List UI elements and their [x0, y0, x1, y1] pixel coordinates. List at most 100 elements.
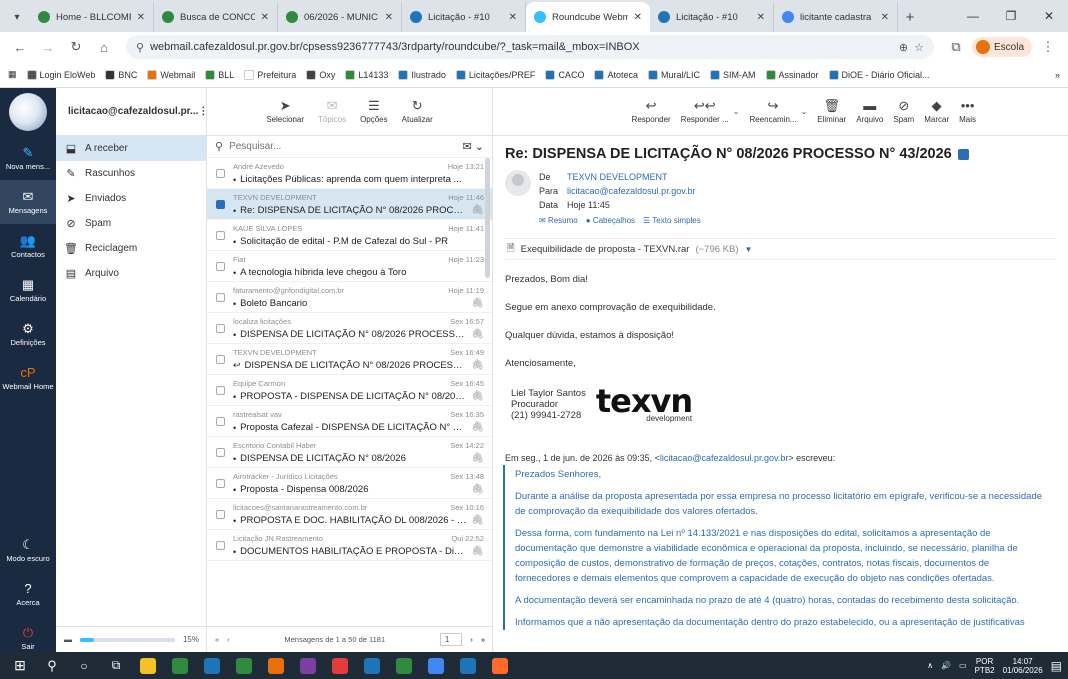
nav-gear[interactable]: ⚙ Definições: [0, 312, 56, 356]
message-row[interactable]: Licitação JN Rastreamento Qui 22:52 • DOCUM…: [207, 530, 492, 561]
profile-button[interactable]: Escola: [971, 37, 1032, 57]
bookmark-item[interactable]: Webmail: [147, 69, 195, 80]
folder-item[interactable]: ⊘ Spam: [56, 211, 206, 236]
apps-grid-icon[interactable]: ▦: [8, 69, 17, 80]
nav-envelope[interactable]: ✉ Mensagens: [0, 180, 56, 224]
message-row[interactable]: Escritorio Contabil Haber Sex 14:22 • DISPE…: [207, 437, 492, 468]
browser-tab[interactable]: Licitação - #10 ✕: [650, 2, 774, 32]
taskbar-app-icon[interactable]: [230, 655, 258, 677]
folder-item[interactable]: ✎ Rascunhos: [56, 161, 206, 186]
folder-item[interactable]: 🗑 Reciclagem: [56, 236, 206, 261]
more-bookmarks-icon[interactable]: »: [1055, 70, 1060, 80]
tab-close-icon[interactable]: ✕: [634, 12, 642, 23]
taskbar-app-icon[interactable]: [326, 655, 354, 677]
dropdown-chevron-icon[interactable]: ⌄: [801, 107, 808, 116]
message-row[interactable]: Equipe Carmon Sex 16:45 • PROPOSTA - DISPEN…: [207, 375, 492, 406]
nav-contacts[interactable]: 👥 Contactos: [0, 224, 56, 268]
taskbar-app-icon[interactable]: [358, 655, 386, 677]
nav-edit[interactable]: ✎ Nova mens...: [0, 136, 56, 180]
message-row[interactable]: KAUE SILVA LOPES Hoje 11:41 • Solicitação d…: [207, 220, 492, 251]
browser-tab[interactable]: Roundcube Webm ✕: [526, 2, 650, 32]
bookmark-item[interactable]: Assinador: [765, 69, 819, 80]
taskbar-app-icon[interactable]: [262, 655, 290, 677]
nav-help[interactable]: ? Acerca: [0, 572, 56, 616]
message-checkbox[interactable]: [207, 189, 233, 219]
home-icon[interactable]: ⌂: [92, 40, 116, 55]
bookmark-item[interactable]: L14133: [345, 69, 388, 80]
back-icon[interactable]: ←: [8, 40, 32, 55]
folder-actions-icon[interactable]: ▬: [64, 635, 72, 644]
message-row[interactable]: TEXVN DEVELOPMENT Sex 16:49 ↩ DISPENSA DE L…: [207, 344, 492, 375]
nav-cpanel[interactable]: cP Webmail Home: [0, 356, 56, 400]
message-row[interactable]: localiza licitações Sex 16:57 • DISPENSA DE…: [207, 313, 492, 344]
taskbar-app-icon[interactable]: [390, 655, 418, 677]
list-toolbar-button[interactable]: ☰ Opções: [360, 99, 388, 125]
folder-item[interactable]: ▤ Arquivo: [56, 261, 206, 286]
message-checkbox[interactable]: [207, 344, 233, 374]
forward-icon[interactable]: →: [36, 40, 60, 55]
first-page-button[interactable]: «: [215, 635, 219, 644]
bookmark-item[interactable]: CACO: [545, 69, 584, 80]
message-row[interactable]: rastrealsat vav Sex 16:35 • Proposta Cafeza…: [207, 406, 492, 437]
headers-link[interactable]: ● Cabeçalhos: [586, 216, 635, 225]
message-checkbox[interactable]: [207, 530, 233, 560]
bookmark-item[interactable]: Licitações/PREF: [455, 69, 535, 80]
taskbar-app-icon[interactable]: [486, 655, 514, 677]
folder-item[interactable]: ➤ Enviados: [56, 186, 206, 211]
reader-toolbar-button[interactable]: ↪ Reencamin...: [749, 99, 796, 125]
bookmark-item[interactable]: SIM-AM: [710, 69, 756, 80]
extensions-icon[interactable]: ⧉: [944, 39, 968, 55]
message-checkbox[interactable]: [207, 158, 233, 188]
message-checkbox[interactable]: [207, 375, 233, 405]
browser-tab[interactable]: Home - BLLCOMP ✕: [30, 2, 154, 32]
bookmark-item[interactable]: DiOE - Diário Oficial...: [828, 69, 930, 80]
zoom-icon[interactable]: ⊕: [899, 41, 908, 54]
bookmark-item[interactable]: BLL: [205, 69, 234, 80]
new-tab-button[interactable]: +: [898, 2, 922, 32]
reader-toolbar-button[interactable]: ▬ Arquivo: [856, 99, 883, 125]
reader-toolbar-button[interactable]: 🗑 Eliminar: [817, 99, 846, 125]
browser-tab[interactable]: licitante cadastra ✕: [774, 2, 898, 32]
cortana-icon[interactable]: ○: [70, 655, 98, 677]
clock[interactable]: 14:07 01/06/2026: [1003, 657, 1043, 675]
message-checkbox[interactable]: [207, 251, 233, 281]
browser-tab[interactable]: 06/2026 - MUNIC ✕: [278, 2, 402, 32]
taskbar-app-icon[interactable]: [294, 655, 322, 677]
list-toolbar-button[interactable]: ➤ Selecionar: [266, 99, 304, 125]
tab-close-icon[interactable]: ✕: [881, 12, 889, 23]
bookmark-item[interactable]: Login EloWeb: [26, 69, 95, 80]
message-row[interactable]: Airotracker - Jurídico Licitações Sex 13:…: [207, 468, 492, 499]
message-row[interactable]: Fiat Hoje 11:23 • A tecnologia híbrida leve…: [207, 251, 492, 282]
volume-icon[interactable]: 🔊: [941, 661, 951, 670]
close-window-button[interactable]: ✕: [1030, 0, 1068, 32]
reader-toolbar-button[interactable]: ⊘ Spam: [893, 99, 914, 125]
reader-toolbar-button[interactable]: ••• Mais: [959, 99, 976, 125]
reload-icon[interactable]: ↻: [64, 39, 88, 55]
url-field[interactable]: ⚲ webmail.cafezaldosul.pr.gov.br/cpsess9…: [126, 35, 934, 59]
attachment-item[interactable]: 🗎 Exequibilidade de proposta - TEXVN.rar…: [505, 238, 1056, 260]
to-link[interactable]: licitacao@cafezaldosul.pr.gov.br: [567, 186, 696, 196]
notifications-icon[interactable]: ▤: [1051, 659, 1062, 673]
taskbar-app-icon[interactable]: [166, 655, 194, 677]
message-checkbox[interactable]: [207, 313, 233, 343]
network-icon[interactable]: ▭: [959, 661, 967, 670]
plaintext-link[interactable]: ☰ Texto simples: [643, 216, 701, 225]
bookmark-item[interactable]: Mural/LIC: [647, 69, 700, 80]
quote-email-link[interactable]: licitacao@cafezaldosul.pr.gov.br: [660, 453, 789, 463]
tab-search-icon[interactable]: ▾: [4, 2, 30, 32]
from-link[interactable]: TEXVN DEVELOPMENT: [567, 172, 668, 182]
list-scrollbar[interactable]: [485, 158, 490, 278]
message-row[interactable]: TEXVN DEVELOPMENT Hoje 11:46 • Re: DISPENSA…: [207, 189, 492, 220]
list-toolbar-button[interactable]: ↻ Atualizar: [402, 99, 433, 125]
tab-close-icon[interactable]: ✕: [261, 12, 269, 23]
tab-close-icon[interactable]: ✕: [757, 12, 765, 23]
search-options-icon[interactable]: ✉ ⌄: [463, 140, 485, 153]
taskbar-app-icon[interactable]: [454, 655, 482, 677]
summary-link[interactable]: ✉ Resumo: [539, 216, 578, 225]
minimize-button[interactable]: —: [954, 0, 992, 32]
reader-toolbar-button[interactable]: ↩ Responder: [632, 99, 671, 125]
site-info-icon[interactable]: ⚲: [136, 41, 144, 54]
reader-toolbar-button[interactable]: ◆ Marcar: [924, 99, 949, 125]
taskbar-search-icon[interactable]: ⚲: [38, 655, 66, 677]
task-view-icon[interactable]: ⧉: [102, 655, 130, 677]
